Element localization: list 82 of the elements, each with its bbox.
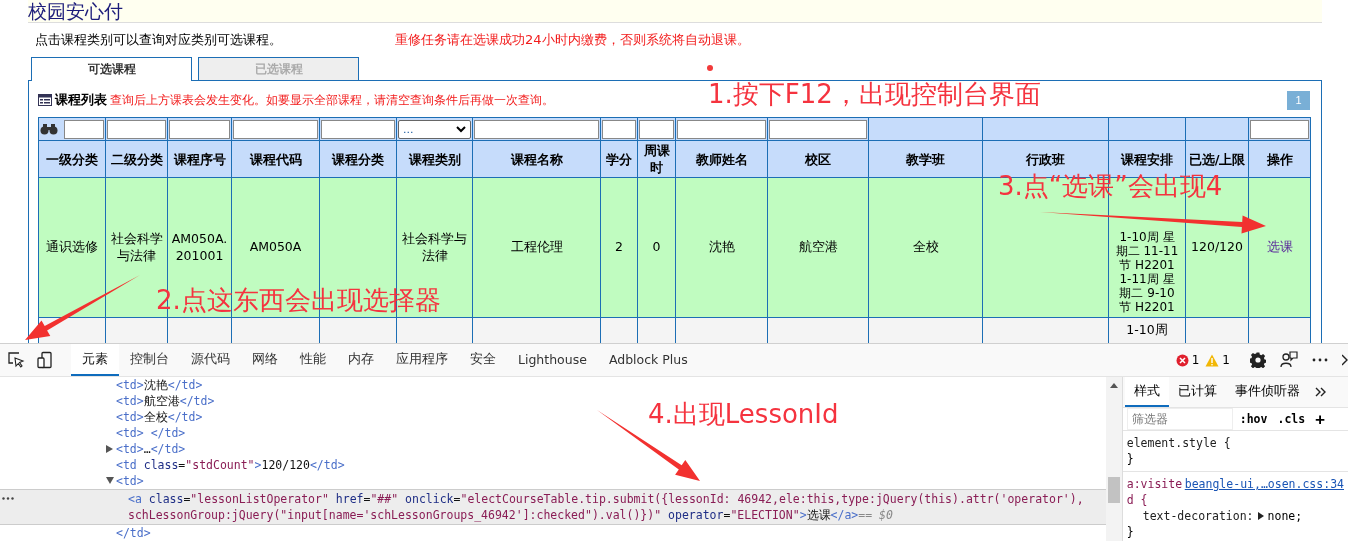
page-title: 校园安心付 — [28, 0, 124, 22]
css-brace: } — [1126, 524, 1135, 540]
css-value: none; — [1267, 508, 1303, 524]
scroll-up-icon[interactable] — [1109, 383, 1118, 388]
devtools-tab[interactable]: 控制台 — [119, 344, 180, 376]
column-header: 课程代码 — [231, 140, 320, 178]
expand-icon[interactable] — [1257, 512, 1264, 520]
styles-tab[interactable]: 已计算 — [1168, 377, 1226, 407]
select-course-link[interactable]: 选课 — [1266, 239, 1293, 255]
settings-icon[interactable] — [1250, 352, 1266, 368]
code-line[interactable]: <td>航空港</td> — [116, 393, 215, 409]
table-cell: 2 — [600, 177, 638, 318]
table-cell: 全校 — [868, 177, 983, 318]
table-cell: 通识选修 — [38, 177, 106, 318]
code-line[interactable]: <td>沈艳</td> — [116, 377, 203, 393]
scroll-thumb[interactable] — [1107, 477, 1120, 503]
table-cell: 工程伦理 — [472, 177, 601, 318]
tab[interactable]: 可选课程 — [31, 57, 192, 81]
double-chevron-icon[interactable] — [1314, 387, 1326, 397]
column-header: 操作 — [1248, 140, 1311, 178]
column-header: 教师姓名 — [675, 140, 768, 178]
css-property: text-decoration: — [1142, 508, 1254, 524]
more-icon[interactable] — [1312, 358, 1328, 362]
column-header: 课程名称 — [472, 140, 601, 178]
list-icon — [38, 94, 52, 106]
table-cell: 0 — [637, 177, 676, 318]
notice-text: 重修任务请在选课成功24小时内缴费，否则系统将自动退课。 — [395, 31, 750, 49]
annotation-text: 4.出现LessonId — [648, 398, 839, 430]
code-line[interactable]: </td> — [116, 525, 151, 541]
expand-icon[interactable] — [106, 445, 113, 453]
code-line[interactable]: <td>…</td> — [116, 441, 186, 457]
binoculars-icon — [40, 123, 58, 135]
css-selector: element.style { — [1126, 435, 1231, 451]
column-header: 课程类别 — [396, 140, 473, 178]
devtools-tab[interactable]: 安全 — [459, 344, 507, 376]
column-header: 一级分类 — [38, 140, 106, 178]
devtools-tab[interactable]: Adblock Plus — [597, 344, 699, 376]
styles-tab[interactable]: 样式 — [1124, 377, 1169, 407]
table-cell: 航空港 — [767, 177, 869, 318]
css-brace: } — [1126, 451, 1135, 467]
error-icon[interactable] — [1175, 353, 1189, 367]
code-line[interactable]: <td> </td> — [116, 425, 186, 441]
devtools-tab[interactable]: 性能 — [289, 344, 337, 376]
collapse-icon[interactable] — [106, 477, 114, 484]
code-line[interactable]: <td> — [116, 473, 144, 489]
close-icon[interactable] — [1342, 354, 1348, 366]
feedback-icon[interactable] — [1280, 351, 1298, 369]
source-link[interactable]: beangle-ui,…osen.css:34 — [1184, 476, 1344, 508]
ellipsis-icon — [2, 497, 14, 500]
column-header: 课程序号 — [167, 140, 232, 178]
hint-text: 点击课程类别可以查询对应类别可选课程。 — [35, 31, 283, 49]
column-header: 二级分类 — [105, 140, 168, 178]
add-rule-button[interactable]: + — [1312, 409, 1328, 429]
cls-button[interactable]: .cls — [1274, 412, 1309, 426]
devtools-tab[interactable]: 网络 — [241, 344, 289, 376]
devtools-tab[interactable]: 应用程序 — [385, 344, 459, 376]
styles-tab[interactable]: 事件侦听器 — [1225, 377, 1309, 407]
css-selector: a:visited { — [1126, 476, 1184, 508]
chevron-down-icon — [456, 125, 466, 133]
list-note: 查询后上方课表会发生变化。如要显示全部课程，请清空查询条件后再做一次查询。 — [110, 91, 554, 109]
devtools-tab[interactable]: Lighthouse — [507, 344, 598, 376]
hov-button[interactable]: :hov — [1236, 412, 1271, 426]
code-line[interactable]: <td>全校</td> — [116, 409, 203, 425]
filter-field[interactable] — [64, 119, 104, 139]
table-cell: 沈艳 — [675, 177, 768, 318]
devtools-tab[interactable]: 源代码 — [180, 344, 241, 376]
filter-dropdown[interactable]: ... — [398, 119, 471, 139]
devtools-tab[interactable]: 元素 — [71, 344, 119, 376]
inspect-icon[interactable] — [7, 351, 25, 369]
scrollbar[interactable] — [1105, 377, 1122, 541]
dot — [707, 65, 713, 71]
annotation-text: 1.按下F12，出现控制台界面 — [708, 78, 1041, 110]
warning-count: 1 — [1222, 353, 1230, 367]
column-header: 校区 — [767, 140, 869, 178]
device-icon[interactable] — [36, 351, 54, 369]
column-header: 课程分类 — [319, 140, 397, 178]
error-count: 1 — [1191, 353, 1200, 367]
devtools-tab[interactable]: 内存 — [337, 344, 385, 376]
table-cell: 1-10周 — [1108, 317, 1186, 343]
column-header: 教学班 — [868, 140, 983, 178]
list-title: 课程列表 — [55, 91, 107, 109]
code-line[interactable]: <td class="stdCount">120/120</td> — [116, 457, 345, 473]
